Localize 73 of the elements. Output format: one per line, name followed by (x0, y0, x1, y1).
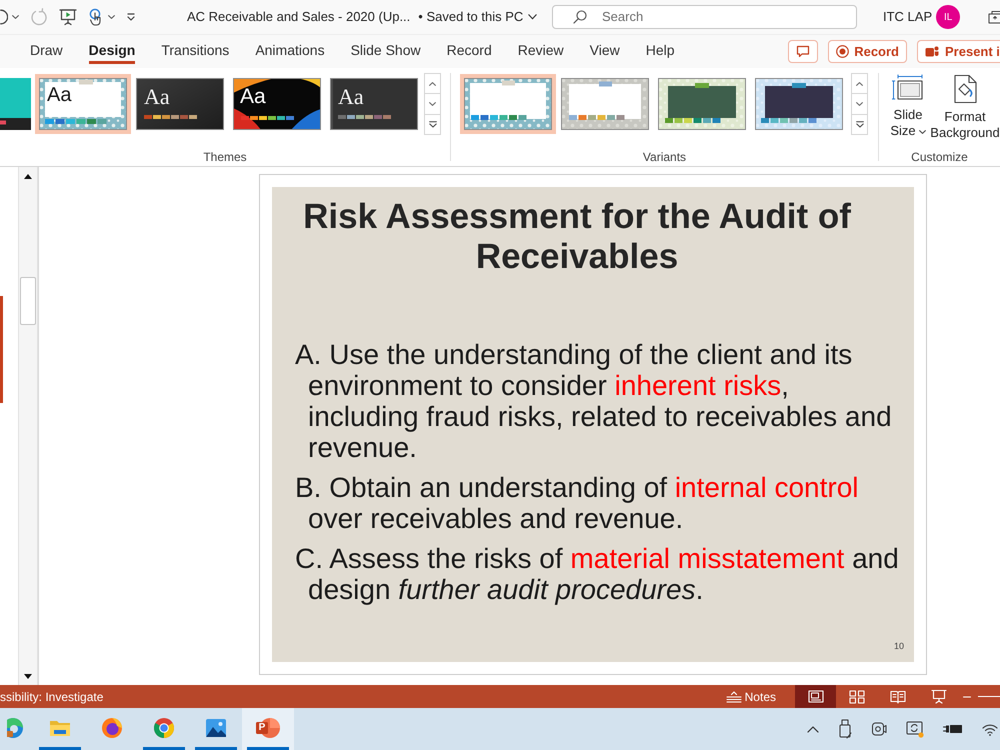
camera-icon[interactable] (871, 720, 887, 738)
document-title: AC Receivable and Sales - 2020 (Up... (187, 8, 410, 26)
ribbon-tab[interactable]: Animations (255, 40, 325, 64)
scrollbar-thumb[interactable] (20, 277, 36, 325)
ribbon-tab[interactable]: Draw (30, 40, 63, 64)
ribbon-tab[interactable]: Transitions (161, 40, 230, 64)
triangle-up-icon (24, 174, 32, 178)
ribbon-tab[interactable]: Help (646, 40, 675, 64)
ribbon-tab[interactable]: Slide Show (350, 40, 421, 64)
gallery-up-button[interactable] (851, 73, 868, 94)
ribbon-tab[interactable]: Design (88, 40, 136, 64)
speech-bubble-icon (796, 45, 810, 58)
search-field[interactable]: Search (552, 5, 857, 29)
reading-view-icon (890, 690, 906, 704)
more-options-icon (428, 121, 436, 128)
bullet-point: B. Obtain an understanding of internal control over receivables and revenue. (295, 472, 860, 534)
undo-icon[interactable] (0, 9, 8, 25)
chevron-down-icon (856, 102, 863, 106)
chevron-down-icon (429, 102, 436, 106)
slide-show-icon (930, 689, 946, 704)
caret-icon[interactable] (108, 15, 115, 19)
selected-slide-thumbnail[interactable] (0, 296, 3, 403)
format-background-button[interactable]: Format Background (930, 74, 1000, 141)
theme-thumbnail[interactable]: Aa (35, 74, 131, 134)
accessibility-status[interactable]: ssibility: Investigate (0, 688, 104, 706)
chevron-up-icon[interactable] (807, 726, 819, 732)
bar-arrow-down-icon[interactable] (126, 12, 136, 22)
bullet-point: A. Use the understanding of the client and its environment to consider inherent risks, including fraud risks, related to receivables and revenue. (295, 339, 893, 463)
record-icon (836, 45, 850, 58)
group-label: Variants (642, 149, 686, 166)
battery-icon[interactable] (943, 723, 963, 735)
slide-size-icon (892, 74, 924, 102)
variant-thumbnail[interactable] (460, 74, 556, 134)
slide-sorter-icon (848, 690, 864, 704)
ribbon-tab[interactable]: Record (446, 40, 492, 64)
record-button[interactable]: Record (828, 40, 907, 63)
notes-icon (724, 690, 743, 702)
present-button[interactable]: Present i (917, 40, 1000, 63)
normal-view-icon (808, 690, 824, 703)
gallery-down-button[interactable] (424, 94, 441, 114)
group-label: Customize (911, 149, 968, 166)
chevron-up-icon (856, 82, 863, 86)
user-avatar[interactable]: IL (936, 5, 960, 29)
caret-icon[interactable] (12, 15, 19, 19)
gallery-more-button[interactable] (424, 114, 441, 135)
slide-title: Risk Assessment for the Audit of Receivables (302, 197, 852, 277)
more-options-icon (856, 121, 864, 128)
bullet-point: C. Assess the risks of material misstatement and design further audit procedures. (295, 543, 900, 605)
gallery-more-button[interactable] (851, 114, 868, 135)
search-icon (573, 10, 587, 24)
flame-logo-icon[interactable] (100, 716, 124, 740)
display-icon[interactable] (906, 720, 924, 738)
chevron-down-icon (528, 14, 538, 20)
gallery-up-button[interactable] (424, 73, 441, 94)
gallery-down-button[interactable] (851, 94, 868, 114)
display-options-icon[interactable] (988, 10, 1000, 24)
usb-drive-icon[interactable] (838, 719, 852, 739)
triangle-down-icon (24, 674, 32, 678)
comments-button[interactable] (788, 40, 818, 63)
ribbon-tab[interactable]: View (590, 40, 620, 64)
people-icon (925, 45, 939, 58)
notes-button[interactable]: Notes (724, 688, 776, 706)
save-status-button[interactable]: • Saved to this PC (418, 7, 538, 27)
chevron-up-icon (429, 82, 436, 86)
projector-screen-icon[interactable] (59, 8, 77, 26)
group-label: Themes (203, 149, 247, 166)
wheel-logo-icon[interactable] (152, 716, 176, 740)
account-name: ITC LAP (883, 8, 932, 26)
wifi-icon[interactable] (982, 722, 998, 736)
view-button[interactable] (795, 685, 836, 708)
ribbon-tab[interactable]: Review (518, 40, 564, 64)
slide-size-button[interactable]: Slide Size (886, 74, 930, 139)
slide-number: 10 (894, 640, 904, 652)
